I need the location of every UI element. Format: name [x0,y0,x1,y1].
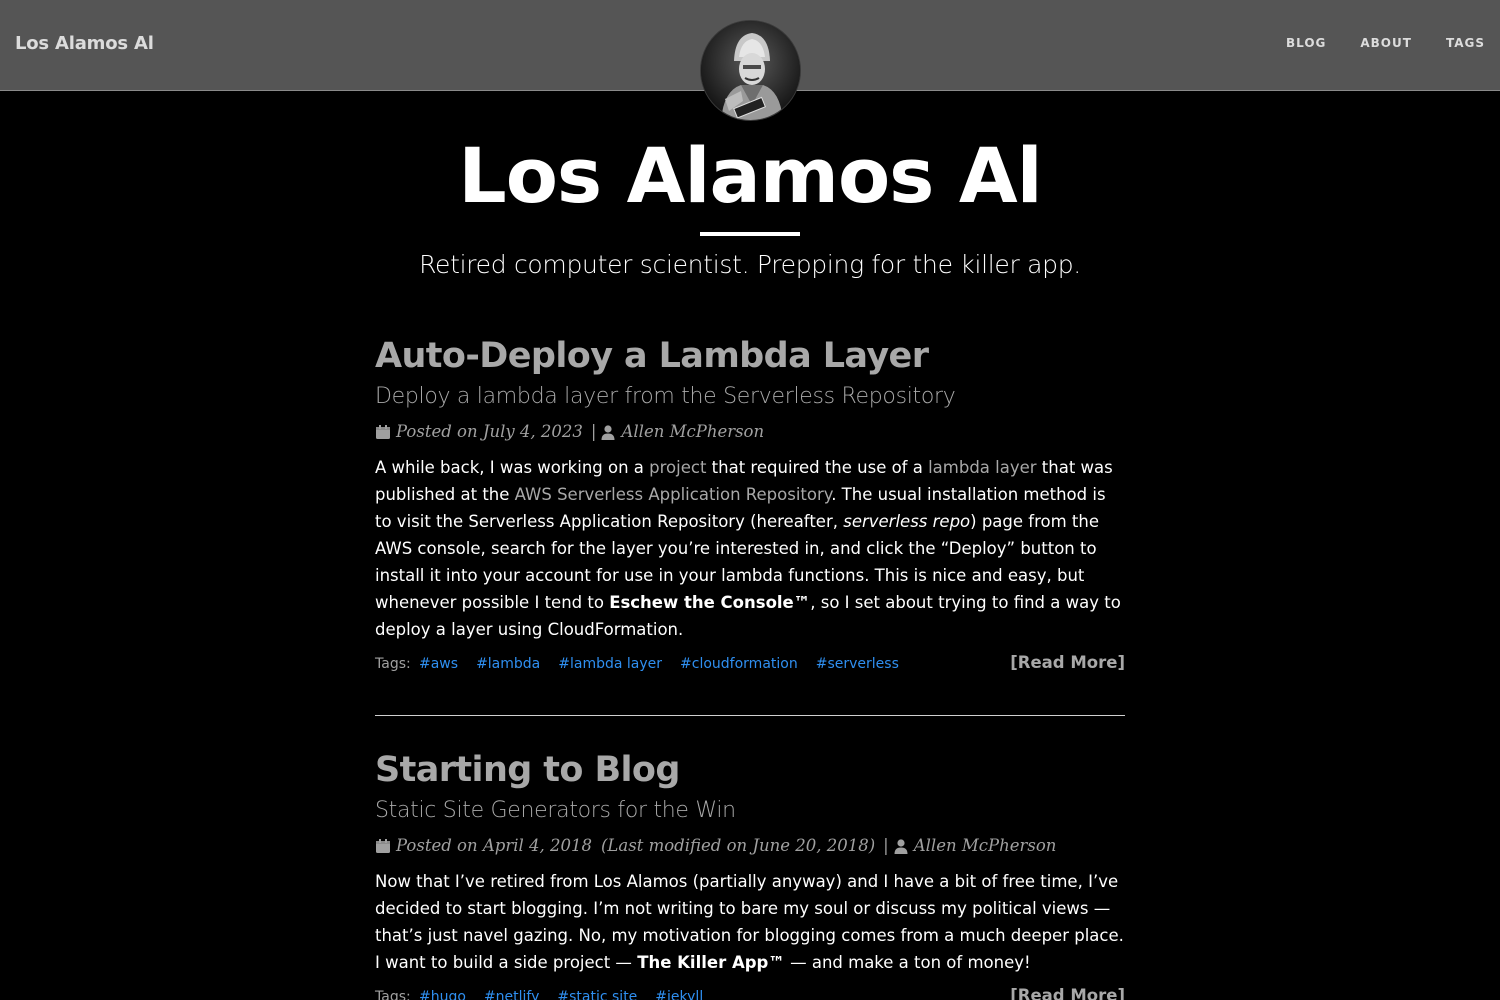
aws-sar-link[interactable]: AWS Serverless Application Repository [515,485,832,504]
tag-link[interactable]: #jekyll [655,989,703,1000]
tag-link[interactable]: #serverless [816,656,899,672]
tag-list: #aws #lambda #lambda layer #cloudformati… [419,656,899,672]
title-divider [700,232,800,236]
nav-links: BLOG ABOUT TAGS [1252,36,1485,50]
read-more-link[interactable]: [Read More] [1010,986,1125,1000]
post-subtitle: Static Site Generators for the Win [375,798,736,823]
tag-link[interactable]: #netlify [484,989,539,1000]
meta-separator: | [883,836,889,855]
post-excerpt: Now that I’ve retired from Los Alamos (p… [375,872,1124,972]
nav-tags[interactable]: TAGS [1446,36,1485,50]
post-preview: Auto-Deploy a Lambda Layer Deploy a lamb… [375,334,1125,679]
tag-link[interactable]: #static site [557,989,637,1000]
calendar-icon [376,839,390,853]
tags-label: Tags: [375,656,411,672]
nav-blog[interactable]: BLOG [1286,36,1326,50]
tags-label: Tags: [375,989,411,1000]
tag-list: #hugo #netlify #static site #jekyll [419,989,703,1000]
post-meta: Posted on July 4, 2023 | Allen McPherson [375,420,1125,444]
post-footer: Tags: #hugo #netlify #static site #jekyl… [375,984,1125,1000]
read-more-link[interactable]: [Read More] [1010,653,1125,672]
post-title-link[interactable]: Auto-Deploy a Lambda Layer [375,334,1125,378]
page-subtitle: Retired computer scientist. Prepping for… [419,250,1081,279]
tag-link[interactable]: #aws [419,656,458,672]
tag-link[interactable]: #lambda [476,656,540,672]
post-excerpt: A while back, I was working on a project… [375,458,1121,639]
nav-about[interactable]: ABOUT [1360,36,1412,50]
post-divider [375,715,1125,716]
user-icon [894,839,908,854]
project-link[interactable]: project [649,458,706,477]
post-author: Allen McPherson [913,836,1057,855]
meta-separator: | [590,422,597,441]
post-title-link[interactable]: Starting to Blog [375,748,1125,792]
calendar-icon [376,425,390,439]
post-meta: Posted on April 4, 2018 (Last modified o… [375,834,1125,858]
post-subtitle: Deploy a lambda layer from the Serverles… [375,384,956,409]
user-icon [601,425,615,440]
tag-link[interactable]: #lambda layer [558,656,662,672]
site-brand[interactable]: Los Alamos Al [15,33,154,54]
avatar[interactable] [700,20,801,121]
avatar-image [701,21,800,120]
post-footer: Tags: #aws #lambda #lambda layer #cloudf… [375,651,1125,679]
lambda-layer-link[interactable]: lambda layer [928,458,1036,477]
tag-link[interactable]: #hugo [419,989,466,1000]
post-date: Posted on April 4, 2018 [396,836,592,855]
page-title: Los Alamos Al [458,131,1042,220]
post-modified-date: (Last modified on June 20, 2018) [601,836,876,855]
post-preview: Starting to Blog Static Site Generators … [375,748,1125,1000]
tag-link[interactable]: #cloudformation [680,656,798,672]
post-date: Posted on July 4, 2023 [396,422,583,441]
post-author: Allen McPherson [621,422,765,441]
